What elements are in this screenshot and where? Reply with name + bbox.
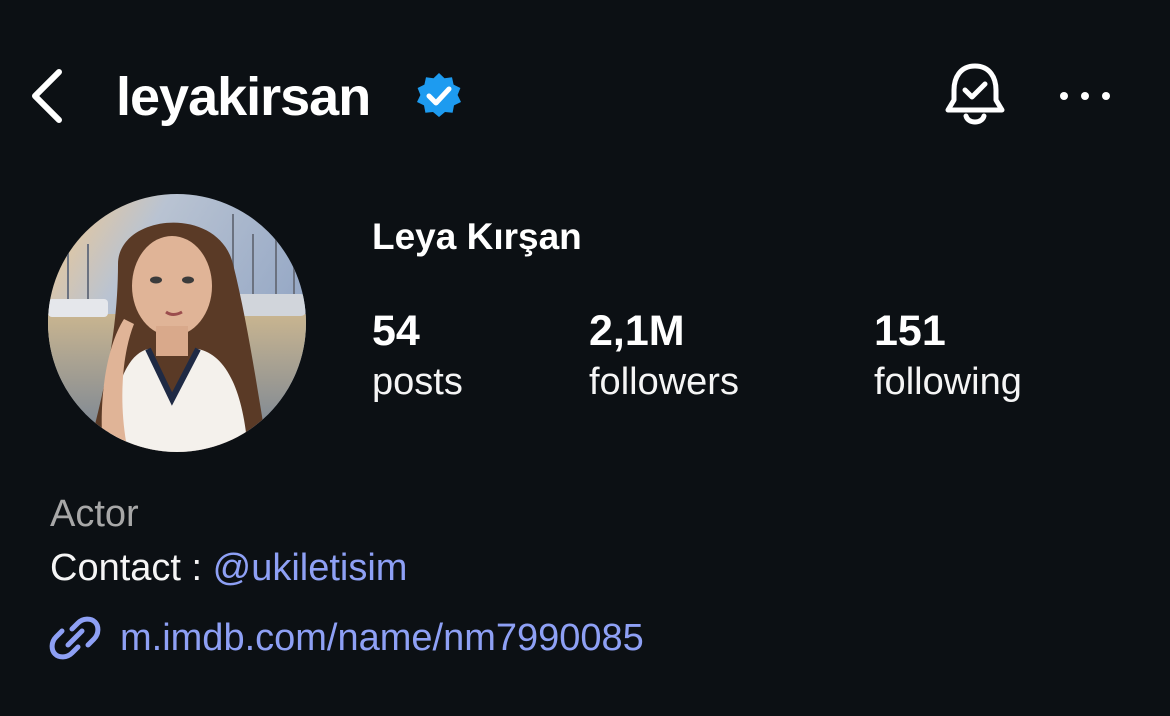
external-link-text: m.imdb.com/name/nm7990085 xyxy=(120,616,644,659)
following-count[interactable]: 151 following xyxy=(874,306,1022,408)
back-button[interactable] xyxy=(22,64,72,128)
followers-label: followers xyxy=(589,361,739,403)
bell-check-icon xyxy=(945,63,1005,125)
following-label: following xyxy=(874,361,1022,403)
posts-value: 54 xyxy=(372,307,420,355)
contact-prefix: Contact : xyxy=(50,547,213,589)
profile-username: leyakirsan xyxy=(116,67,371,127)
posts-count[interactable]: 54 posts xyxy=(372,306,463,408)
more-dot-icon xyxy=(1081,92,1089,100)
followers-count[interactable]: 2,1M followers xyxy=(589,306,739,408)
avatar[interactable] xyxy=(48,194,306,452)
profile-screen: leyakirsan Leya Kırşan 54 posts 2,1M fol… xyxy=(0,0,1170,716)
profile-photo xyxy=(48,194,306,452)
notifications-button[interactable] xyxy=(940,60,1010,132)
profile-category: Actor xyxy=(50,493,139,535)
bio-contact-line: Contact : @ukiletisim xyxy=(50,544,407,592)
followers-value: 2,1M xyxy=(589,307,685,355)
link-icon xyxy=(49,616,101,660)
verified-badge-icon xyxy=(417,73,461,117)
contact-mention-link[interactable]: @ukiletisim xyxy=(213,547,408,589)
posts-label: posts xyxy=(372,361,463,403)
more-options-button[interactable] xyxy=(1052,78,1118,114)
more-dot-icon xyxy=(1060,92,1068,100)
chevron-left-icon xyxy=(32,69,62,123)
external-link[interactable]: m.imdb.com/name/nm7990085 xyxy=(48,610,644,666)
display-name: Leya Kırşan xyxy=(372,216,582,257)
more-dot-icon xyxy=(1102,92,1110,100)
following-value: 151 xyxy=(874,307,946,355)
